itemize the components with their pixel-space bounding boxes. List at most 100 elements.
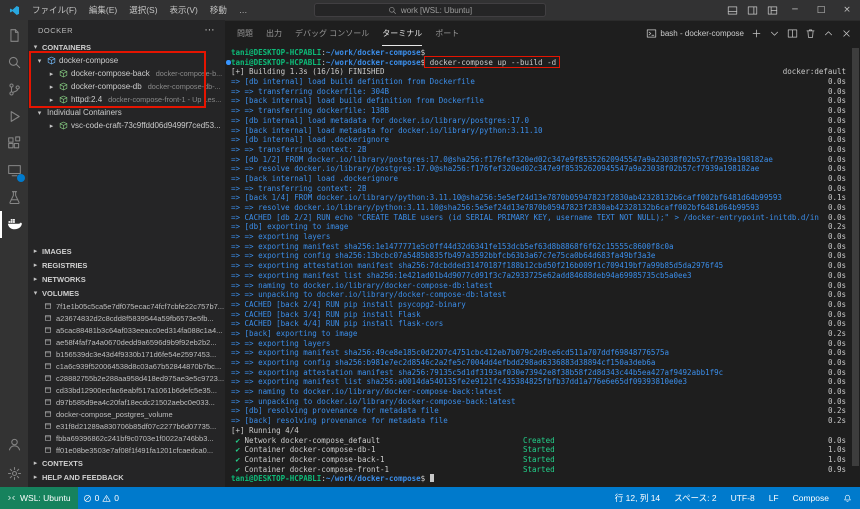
- accounts-icon[interactable]: [0, 431, 28, 458]
- container-tree-item[interactable]: ▸vsc-code-craft-73c9ffdd06d9499f7ced53..…: [28, 119, 225, 132]
- terminal-line-text: => [db internal] load .dockerignore: [231, 135, 389, 145]
- menu-item-3[interactable]: 表示(V): [164, 4, 204, 16]
- menu-item-2[interactable]: 選択(S): [123, 4, 163, 16]
- status-item-0[interactable]: 行 12, 列 14: [615, 492, 660, 504]
- terminal-line: => CACHED [back 4/4] RUN pip install fla…: [231, 319, 846, 329]
- container-tree-item[interactable]: ▸docker-compose-dbdocker-compose-db-...: [28, 80, 225, 93]
- extensions-icon[interactable]: [0, 130, 28, 157]
- panel-tab-1[interactable]: 出力: [266, 21, 282, 46]
- volume-item[interactable]: a23674832d2c8cdd8f5839544a59fb6573e5fb..…: [28, 312, 225, 324]
- chevron-icon: ▾: [35, 109, 44, 117]
- terminal-line: => [db internal] load .dockerignore0.0s: [231, 135, 846, 145]
- panel-tab-4[interactable]: ポート: [435, 21, 459, 46]
- settings-icon[interactable]: [0, 460, 28, 487]
- panel-tab-0[interactable]: 問題: [237, 21, 253, 46]
- tree-group[interactable]: ▾Individual Containers: [28, 106, 225, 119]
- section-label: NETWORKS: [42, 275, 86, 284]
- remote-indicator[interactable]: WSL: Ubuntu: [0, 487, 78, 509]
- close-button[interactable]: ×: [834, 0, 860, 20]
- container-tree-item[interactable]: ▸httpd:2.4docker-compose-front-1 - Up Le…: [28, 93, 225, 106]
- terminal-line: => [db internal] load build definition f…: [231, 77, 846, 87]
- status-item-2[interactable]: UTF-8: [731, 493, 755, 503]
- search-icon[interactable]: [0, 49, 28, 76]
- menu-item-0[interactable]: ファイル(F): [26, 4, 83, 16]
- maximize-panel-icon[interactable]: [823, 28, 834, 39]
- toggle-secondary-sidebar-icon[interactable]: [742, 0, 762, 20]
- sidebar-section-header-1[interactable]: ▸IMAGES: [28, 244, 225, 258]
- maximize-button[interactable]: □: [808, 0, 834, 20]
- notifications-bell-icon[interactable]: [843, 494, 852, 503]
- terminal-scrollbar[interactable]: [852, 48, 859, 483]
- status-right: 行 12, 列 14 スペース: 2 UTF-8 LF Compose: [615, 487, 860, 509]
- volume-item[interactable]: c1a6c939f520064538d8c03a67b52844870b7bc.…: [28, 360, 225, 372]
- sidebar-section-header-6[interactable]: ▸HELP AND FEEDBACK: [28, 470, 225, 484]
- status-item-1[interactable]: スペース: 2: [674, 492, 716, 504]
- terminal-panel[interactable]: tani@DESKTOP-HCPABLI:~/work/docker-compo…: [225, 46, 860, 487]
- volume-item[interactable]: b156539dc3e43d4f9330b171d6fe54e2597453..…: [28, 348, 225, 360]
- menu-item-5[interactable]: …: [233, 5, 254, 15]
- volume-item[interactable]: d97b585d9ea4c20faf18ecdc21502aebc0e033..…: [28, 396, 225, 408]
- panel-tab-3[interactable]: ターミナル: [382, 21, 422, 46]
- kill-terminal-icon[interactable]: [805, 28, 816, 39]
- source-control-icon[interactable]: [0, 76, 28, 103]
- split-terminal-icon[interactable]: [787, 28, 798, 39]
- volume-item[interactable]: a5cac88481b3c64af033eeacc0ed314fa088c1a4…: [28, 324, 225, 336]
- volume-icon: [44, 302, 52, 310]
- testing-icon[interactable]: [0, 184, 28, 211]
- minimize-button[interactable]: ─: [782, 0, 808, 20]
- resource-name: Network docker-compose_default: [245, 436, 380, 445]
- terminal-line: Started ✔ Container docker-compose-front…: [231, 465, 846, 475]
- run-debug-icon[interactable]: [0, 103, 28, 130]
- volume-item[interactable]: docker-compose_postgres_volume: [28, 408, 225, 420]
- tree-item-label: Individual Containers: [47, 108, 122, 117]
- remote-explorer-icon[interactable]: [0, 157, 28, 184]
- volume-item[interactable]: ae58f4faf7a4a0670dedd9a6596d9b9f92eb2b2.…: [28, 336, 225, 348]
- sidebar-section-header-4[interactable]: ▾VOLUMES: [28, 286, 225, 300]
- terminal-line-text: => => exporting manifest sha256:49ce8e18…: [231, 348, 669, 358]
- step-duration: 0.0s: [828, 96, 846, 106]
- status-item-3[interactable]: LF: [769, 493, 779, 503]
- more-actions-icon[interactable]: ⋯: [205, 25, 216, 36]
- new-terminal-icon[interactable]: [751, 28, 762, 39]
- panel-tab-2[interactable]: デバッグ コンソール: [295, 21, 369, 46]
- step-duration: 0.0s: [828, 368, 846, 378]
- command-center[interactable]: work [WSL: Ubuntu]: [314, 3, 546, 17]
- toggle-panel-icon[interactable]: [722, 0, 742, 20]
- volume-item[interactable]: ff01e08be3503e7af08f1f491fa1201cfcaedca0…: [28, 444, 225, 456]
- terminal-profile-label: bash - docker-compose: [660, 29, 744, 38]
- container-tree-item[interactable]: ▸docker-compose-backdocker-compose-b...: [28, 67, 225, 80]
- menu-bar: ファイル(F)編集(E)選択(S)表示(V)移動…: [26, 4, 253, 16]
- volume-item[interactable]: fbba69396862c241bf9c0703e1f0022a746bb3..…: [28, 432, 225, 444]
- problems-indicator[interactable]: 0 0: [78, 487, 124, 509]
- command-decoration-icon[interactable]: [226, 60, 231, 65]
- terminal-line: tani@DESKTOP-HCPABLI:~/work/docker-compo…: [231, 48, 846, 58]
- sidebar-section-header-0[interactable]: ▾CONTAINERS: [28, 40, 225, 54]
- sidebar-section-header-3[interactable]: ▸NETWORKS: [28, 272, 225, 286]
- step-duration: 0.0s: [828, 213, 846, 223]
- menu-item-4[interactable]: 移動: [204, 4, 233, 16]
- step-duration: 0.0s: [828, 174, 846, 184]
- customize-layout-icon[interactable]: [762, 0, 782, 20]
- terminal-line: => => exporting attestation manifest sha…: [231, 368, 846, 378]
- step-duration: 0.0s: [828, 116, 846, 126]
- sidebar-section-header-2[interactable]: ▸REGISTRIES: [28, 258, 225, 272]
- terminal-dropdown-icon[interactable]: [769, 28, 780, 39]
- volume-icon: [44, 338, 52, 346]
- volume-item[interactable]: 7f1e1b05c5ca5e7df075ecac74fcf7cbfe22c757…: [28, 300, 225, 312]
- volume-item[interactable]: c28882755b2e288aa958d418ed975ae3e5c9723.…: [28, 372, 225, 384]
- menu-item-1[interactable]: 編集(E): [83, 4, 123, 16]
- step-duration: 0.0s: [828, 106, 846, 116]
- tree-group[interactable]: ▾docker-compose: [28, 54, 225, 67]
- terminal-line: Created ✔ Network docker-compose_default…: [231, 436, 846, 446]
- status-item-4[interactable]: Compose: [793, 493, 829, 503]
- sidebar-section-header-5[interactable]: ▸CONTEXTS: [28, 456, 225, 470]
- terminal-profile[interactable]: bash - docker-compose: [646, 28, 744, 39]
- volume-item[interactable]: e31f8d21289a830706b85df07c2277b6d07735..…: [28, 420, 225, 432]
- close-panel-icon[interactable]: [841, 28, 852, 39]
- title-bar: ファイル(F)編集(E)選択(S)表示(V)移動… work [WSL: Ubu…: [0, 0, 860, 20]
- terminal-line: => => transferring context: 2B0.0s: [231, 184, 846, 194]
- docker-icon[interactable]: [0, 211, 28, 238]
- scrollbar-thumb[interactable]: [852, 48, 859, 466]
- explorer-icon[interactable]: [0, 22, 28, 49]
- volume-item[interactable]: cd33bd12900ecfac6eabf517a1061b6defc5e35.…: [28, 384, 225, 396]
